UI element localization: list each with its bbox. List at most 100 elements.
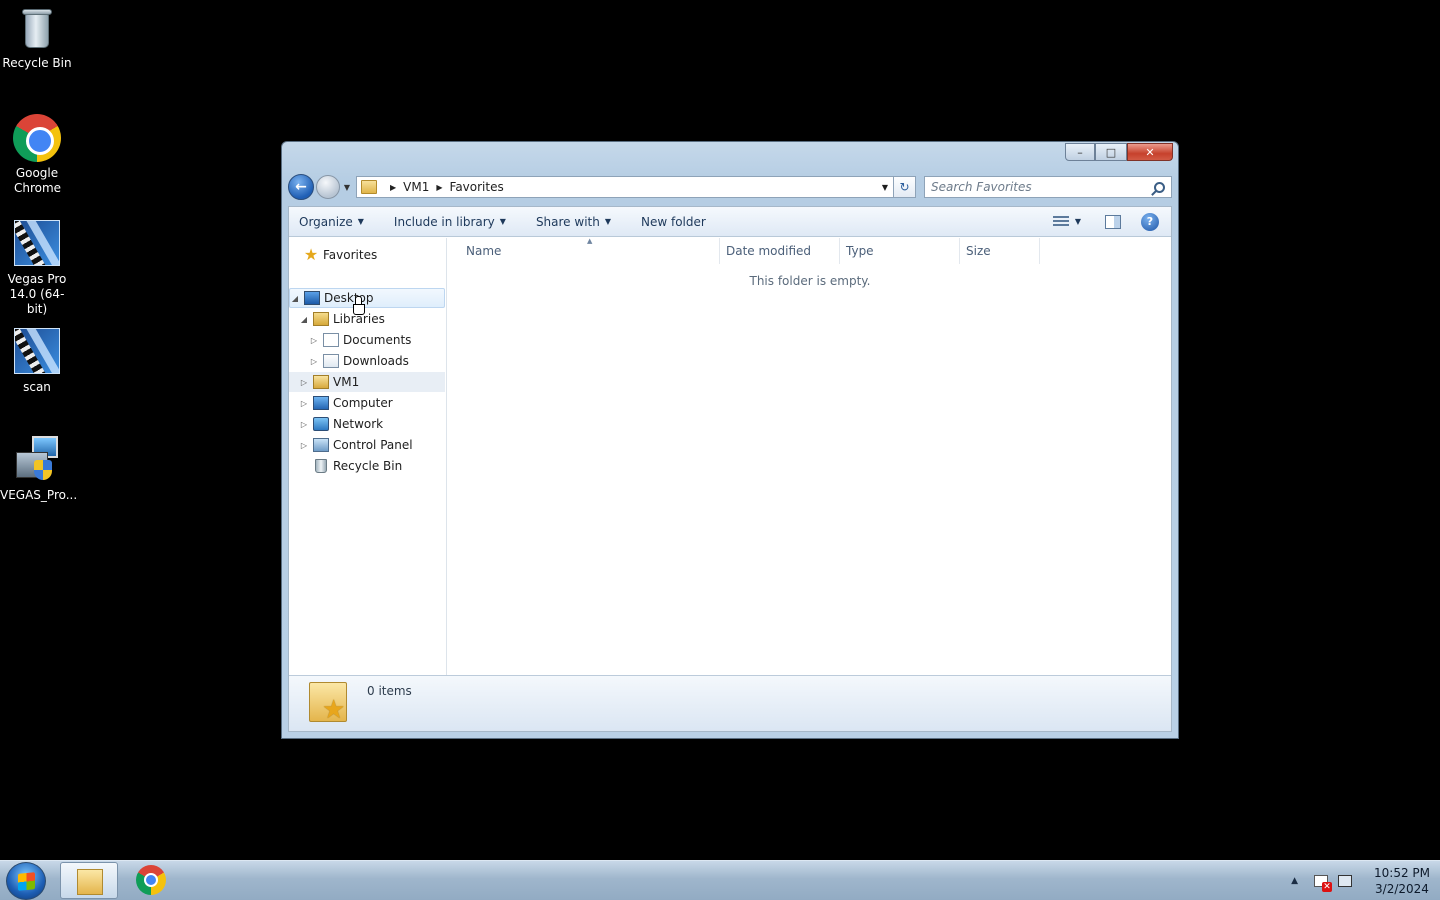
caption-buttons: – □ ✕ xyxy=(1065,143,1173,161)
chrome-icon xyxy=(136,865,166,895)
system-tray: ▲ 10:52 PM 3/2/2024 xyxy=(1291,861,1440,900)
column-headers: ▲ Name Date modified Type Size xyxy=(448,237,1171,264)
recycle-bin-icon xyxy=(20,6,54,50)
recycle-bin-icon xyxy=(315,459,327,473)
share-with-button[interactable]: Share with ▼ xyxy=(536,215,611,229)
navigation-bar: ← ▼ ▶ VM1 ▶ Favorites ▼ ↻ Search Favorit… xyxy=(288,172,1172,202)
column-header-name[interactable]: Name xyxy=(448,238,720,264)
network-icon xyxy=(313,417,329,431)
libraries-icon xyxy=(313,312,329,326)
hand-cursor-icon xyxy=(352,296,365,315)
taskbar: ▲ 10:52 PM 3/2/2024 xyxy=(0,860,1440,900)
new-folder-button[interactable]: New folder xyxy=(641,215,706,229)
expand-arrow-icon[interactable]: ◢ xyxy=(299,315,309,324)
collapse-arrow-icon[interactable]: ▷ xyxy=(299,399,309,408)
start-button[interactable] xyxy=(6,862,46,900)
search-input[interactable]: Search Favorites xyxy=(924,176,1172,198)
chevron-right-icon[interactable]: ▶ xyxy=(436,183,442,192)
tree-item-downloads[interactable]: ▷ Downloads xyxy=(289,351,445,371)
explorer-window: – □ ✕ ← ▼ ▶ VM1 ▶ Favorites ▼ ↻ Search F… xyxy=(281,141,1179,739)
address-dropdown[interactable]: ▼ xyxy=(877,183,893,192)
documents-icon xyxy=(323,333,339,347)
tree-item-vm1[interactable]: ▷ VM1 xyxy=(289,372,445,392)
forward-button[interactable] xyxy=(316,175,340,199)
refresh-button[interactable]: ↻ xyxy=(894,176,916,198)
chevron-right-icon[interactable]: ▶ xyxy=(390,183,396,192)
tree-item-documents[interactable]: ▷ Documents xyxy=(289,330,445,350)
desktop-icon-vegas-installer[interactable]: VEGAS_Pro... xyxy=(0,434,78,503)
desktop-icon-scan[interactable]: scan xyxy=(0,328,74,395)
network-status-icon[interactable] xyxy=(1338,874,1352,887)
tree-item-computer[interactable]: ▷ Computer xyxy=(289,393,445,413)
favorites-folder-icon xyxy=(361,180,377,194)
column-header-type[interactable]: Type xyxy=(840,238,960,264)
desktop-icon xyxy=(304,291,320,305)
change-view-icon[interactable] xyxy=(1052,215,1069,228)
downloads-icon xyxy=(323,354,339,368)
sort-ascending-icon: ▲ xyxy=(587,237,593,245)
preview-pane-icon[interactable] xyxy=(1105,214,1121,229)
desktop-icon-vegas-pro[interactable]: Vegas Pro 14.0 (64-bit) xyxy=(0,220,74,317)
collapse-arrow-icon[interactable]: ▷ xyxy=(299,441,309,450)
recent-pages-dropdown[interactable]: ▼ xyxy=(340,183,354,192)
search-placeholder: Search Favorites xyxy=(931,180,1032,194)
close-button[interactable]: ✕ xyxy=(1127,143,1173,161)
item-count: 0 items xyxy=(367,684,412,698)
empty-folder-message: This folder is empty. xyxy=(749,274,871,288)
control-panel-icon xyxy=(313,438,329,452)
star-icon: ★ xyxy=(303,245,319,264)
address-bar[interactable]: ▶ VM1 ▶ Favorites ▼ xyxy=(356,176,894,198)
collapse-arrow-icon[interactable]: ▷ xyxy=(309,336,319,345)
explorer-client-area: Organize ▼ Include in library ▼ Share with… xyxy=(288,206,1172,732)
command-bar: Organize ▼ Include in library ▼ Share with… xyxy=(289,207,1171,237)
favorites-folder-icon xyxy=(309,682,347,725)
tree-item-control-panel[interactable]: ▷ Control Panel xyxy=(289,435,445,455)
organize-button[interactable]: Organize ▼ xyxy=(299,215,364,229)
collapse-arrow-icon[interactable]: ▷ xyxy=(299,420,309,429)
desktop-icon-label: Recycle Bin xyxy=(2,56,72,70)
clock[interactable]: 10:52 PM 3/2/2024 xyxy=(1374,865,1430,897)
chrome-icon xyxy=(13,114,61,162)
action-center-icon[interactable] xyxy=(1314,874,1332,892)
file-list: ▲ Name Date modified Type Size This fold… xyxy=(448,237,1171,682)
navigation-pane: ★ Favorites ◢ Desktop ◢ Libraries ▷ Document… xyxy=(289,238,447,682)
back-button[interactable]: ← xyxy=(288,174,314,200)
collapse-arrow-icon[interactable]: ▷ xyxy=(299,378,309,387)
include-in-library-button[interactable]: Include in library ▼ xyxy=(394,215,506,229)
caret-down-icon: ▼ xyxy=(499,217,506,226)
tree-item-desktop[interactable]: ◢ Desktop xyxy=(289,288,445,308)
clock-date: 3/2/2024 xyxy=(1375,881,1429,896)
minimize-button[interactable]: – xyxy=(1065,143,1095,161)
tree-item-network[interactable]: ▷ Network xyxy=(289,414,445,434)
maximize-button[interactable]: □ xyxy=(1095,143,1127,161)
computer-icon xyxy=(313,396,329,410)
tree-item-favorites[interactable]: ★ Favorites xyxy=(289,245,445,265)
breadcrumb-vm1[interactable]: VM1 xyxy=(403,180,429,194)
tree-item-libraries[interactable]: ◢ Libraries xyxy=(289,309,445,329)
scan-icon xyxy=(14,328,60,374)
expand-arrow-icon[interactable]: ◢ xyxy=(290,294,300,303)
taskbar-explorer-button[interactable] xyxy=(60,862,118,899)
column-header-date-modified[interactable]: Date modified xyxy=(720,238,840,264)
caret-down-icon: ▼ xyxy=(357,217,364,226)
taskbar-chrome-button[interactable] xyxy=(122,862,180,899)
help-icon[interactable]: ? xyxy=(1141,212,1159,231)
show-hidden-icons-icon[interactable]: ▲ xyxy=(1291,876,1298,886)
vegas-pro-icon xyxy=(14,220,60,266)
desktop-icon-recycle-bin[interactable]: Recycle Bin xyxy=(0,6,74,71)
breadcrumb-favorites[interactable]: Favorites xyxy=(450,180,504,194)
desktop-icon-label: scan xyxy=(23,380,51,394)
desktop-icon-label: Google Chrome xyxy=(14,166,62,195)
desktop-icon-label: Vegas Pro 14.0 (64-bit) xyxy=(7,272,67,316)
desktop-icon-google-chrome[interactable]: Google Chrome xyxy=(0,114,74,196)
search-icon[interactable] xyxy=(1154,181,1165,193)
desktop-icon-label: VEGAS_Pro... xyxy=(0,488,78,502)
collapse-arrow-icon[interactable]: ▷ xyxy=(309,357,319,366)
view-options-dropdown[interactable]: ▼ xyxy=(1075,217,1081,226)
user-folder-icon xyxy=(313,375,329,389)
details-pane: 0 items xyxy=(289,675,1171,731)
clock-time: 10:52 PM xyxy=(1374,865,1430,880)
column-header-size[interactable]: Size xyxy=(960,238,1040,264)
installer-icon xyxy=(14,434,60,480)
tree-item-recycle-bin[interactable]: Recycle Bin xyxy=(289,456,445,476)
